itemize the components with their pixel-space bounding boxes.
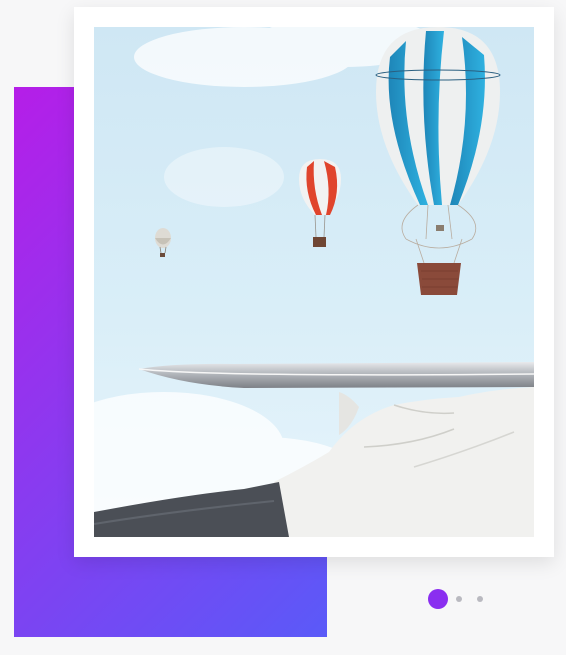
featured-image: [94, 27, 534, 537]
pagination-dot-3[interactable]: [477, 596, 483, 602]
pagination-dot-2[interactable]: [456, 596, 462, 602]
pagination-dot-1[interactable]: [428, 589, 448, 609]
photo-card: [74, 7, 554, 557]
carousel-pagination: [428, 589, 498, 609]
